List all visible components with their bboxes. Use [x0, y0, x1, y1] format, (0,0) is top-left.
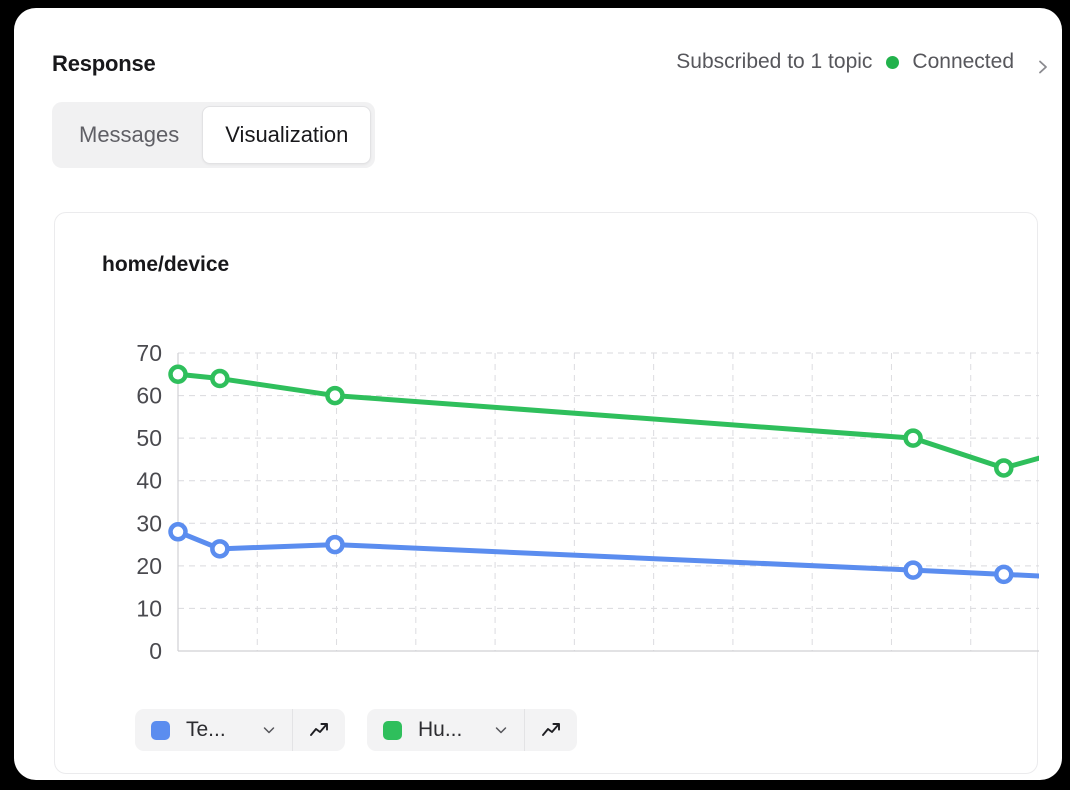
response-panel: Response Subscribed to 1 topic Connected… [14, 8, 1062, 780]
y-axis-tick-label: 30 [136, 510, 162, 536]
chart-plot-area: 0 10 20 30 40 50 60 70 [55, 213, 1039, 683]
connection-status: Connected [886, 50, 1014, 74]
legend-series-selector-1[interactable]: Te... [135, 709, 292, 751]
series-data-point [996, 567, 1011, 582]
y-axis-tick-label: 20 [136, 553, 162, 579]
series-data-point [212, 541, 227, 556]
tab-visualization[interactable]: Visualization [202, 106, 371, 164]
y-axis-tick-label: 60 [136, 383, 162, 409]
chevron-right-icon[interactable] [1034, 58, 1052, 76]
series-data-point [906, 563, 921, 578]
trend-up-icon[interactable] [293, 709, 345, 751]
legend-chip-series-2[interactable]: Hu... [367, 709, 577, 751]
series-data-point [171, 524, 186, 539]
y-axis-tick-label: 40 [136, 468, 162, 494]
tab-messages[interactable]: Messages [56, 106, 202, 164]
legend-color-swatch [151, 721, 170, 740]
legend-series-selector-2[interactable]: Hu... [367, 709, 524, 751]
screen-root: Response Subscribed to 1 topic Connected… [0, 0, 1070, 790]
view-tabs: Messages Visualization [52, 102, 375, 168]
chevron-down-icon[interactable] [260, 721, 278, 739]
chevron-down-icon[interactable] [492, 721, 510, 739]
legend-chip-series-1[interactable]: Te... [135, 709, 345, 751]
header-status-group: Subscribed to 1 topic Connected [676, 50, 1014, 74]
y-axis-tick-label: 0 [149, 638, 162, 664]
series-data-point [327, 388, 342, 403]
status-dot-icon [886, 56, 899, 69]
y-axis-tick-label: 10 [136, 595, 162, 621]
series-data-point [327, 537, 342, 552]
line-chart-svg: 0 10 20 30 40 50 60 70 [55, 213, 1039, 683]
series-data-point [906, 431, 921, 446]
series-data-point [171, 367, 186, 382]
page-title: Response [52, 51, 156, 77]
panel-header: Response Subscribed to 1 topic Connected [52, 44, 1062, 90]
legend-series-label: Te... [186, 718, 244, 742]
series-data-point [996, 460, 1011, 475]
legend-color-swatch [383, 721, 402, 740]
visualization-card: home/device 010203040506070 Te... [54, 212, 1038, 774]
trend-up-icon[interactable] [525, 709, 577, 751]
connection-status-text: Connected [912, 50, 1014, 74]
y-axis-tick-label: 50 [136, 425, 162, 451]
subscription-status-text: Subscribed to 1 topic [676, 50, 872, 74]
legend-series-label: Hu... [418, 718, 476, 742]
chart-legend: Te... [135, 709, 577, 751]
y-axis-tick-label: 70 [136, 340, 162, 366]
series-line [178, 374, 1039, 468]
series-data-point [212, 371, 227, 386]
